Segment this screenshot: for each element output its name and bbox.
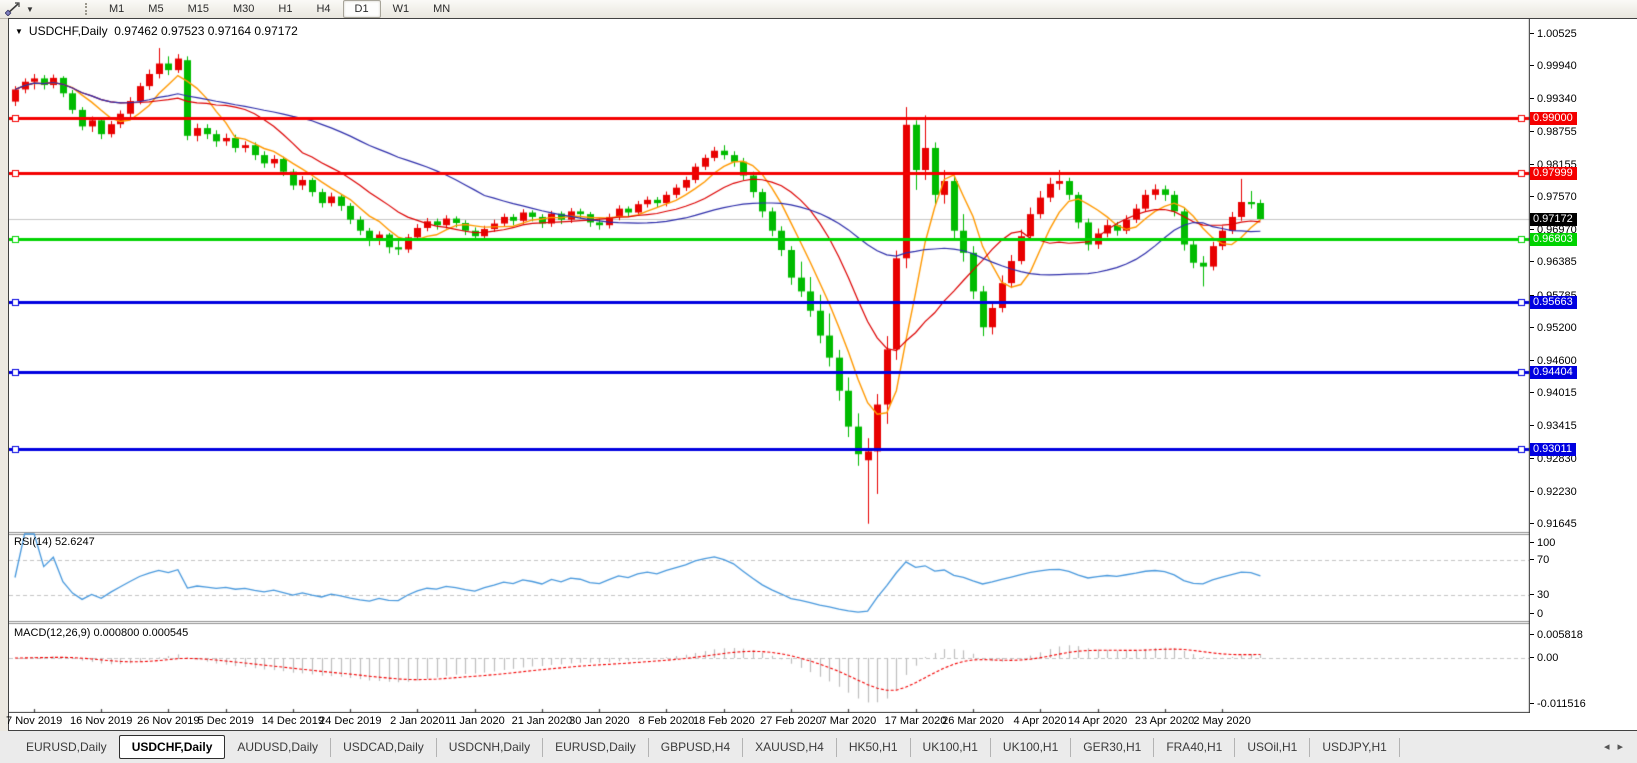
chart-tab-usdchf-daily[interactable]: USDCHF,Daily xyxy=(118,735,226,759)
tab-scroll-left-icon[interactable]: ◂ xyxy=(1604,741,1618,753)
price-tick-label: 0.95200 xyxy=(1530,322,1577,335)
chart-tab-eurusd-daily[interactable]: EURUSD,Daily xyxy=(14,738,119,757)
timeframe-buttons: M1 M5 M15 M30 H1 H4 D1 W1 MN xyxy=(97,0,462,18)
tab-scroll-arrows: ◂▸ xyxy=(1604,740,1631,753)
toolbar-grip[interactable] xyxy=(85,3,91,15)
date-label: 27 Feb 2020 xyxy=(760,715,822,727)
price-tick-label: 0.93415 xyxy=(1530,420,1577,433)
price-tick-label: 0.92230 xyxy=(1530,486,1577,499)
date-label: 14 Dec 2019 xyxy=(261,715,325,727)
bid-price-badge: 0.97172 xyxy=(1530,213,1577,227)
timeframe-button-d1[interactable]: D1 xyxy=(342,0,381,18)
chart-canvas[interactable] xyxy=(9,19,1530,713)
price-level-badge: 0.96803 xyxy=(1530,233,1577,247)
timeframe-button-m15[interactable]: M15 xyxy=(176,0,221,18)
price-level-badge: 0.95663 xyxy=(1530,296,1577,310)
price-tick-label: 0.99940 xyxy=(1530,60,1577,73)
price-level-badge: 0.97999 xyxy=(1530,167,1577,181)
price-level-badge: 0.99000 xyxy=(1530,112,1577,126)
date-label: 26 Mar 2020 xyxy=(942,715,1004,727)
rsi-tick-label: 70 xyxy=(1530,554,1549,567)
tab-scroll-right-icon[interactable]: ▸ xyxy=(1617,741,1631,753)
chart-tab-eurusd-daily[interactable]: EURUSD,Daily xyxy=(543,737,649,757)
chart-tab-uk100-h1[interactable]: UK100,H1 xyxy=(991,737,1072,757)
date-label: 4 Apr 2020 xyxy=(1013,715,1067,727)
macd-tick-label: 0.00 xyxy=(1530,652,1558,665)
date-label: 2 May 2020 xyxy=(1193,715,1251,727)
date-label: 26 Nov 2019 xyxy=(137,715,200,727)
chart-symbol-period: USDCHF,Daily xyxy=(28,24,108,38)
timeframe-button-m1[interactable]: M1 xyxy=(97,0,136,18)
rsi-tick-label: 30 xyxy=(1530,589,1549,602)
chart-tab-usoil-h1[interactable]: USOil,H1 xyxy=(1235,737,1311,757)
chart-tab-xauusd-h4[interactable]: XAUUSD,H4 xyxy=(743,737,837,757)
chart-tab-gbpusd-h4[interactable]: GBPUSD,H4 xyxy=(649,737,744,757)
timeframe-button-mn[interactable]: MN xyxy=(421,0,462,18)
chart-tab-uk100-h1[interactable]: UK100,H1 xyxy=(911,737,991,757)
chart-tabs: EURUSD,Daily USDCHF,Daily AUDUSD,Daily USDC… xyxy=(14,735,1400,759)
price-level-badge: 0.93011 xyxy=(1530,442,1576,456)
date-label: 16 Nov 2019 xyxy=(70,715,133,727)
chart-ohlc-values: 0.97462 0.97523 0.97164 0.97172 xyxy=(114,24,298,38)
price-tick-label: 0.94015 xyxy=(1530,387,1577,400)
date-label: 7 Mar 2020 xyxy=(820,715,877,727)
price-tick-label: 0.96385 xyxy=(1530,256,1577,269)
price-level-badge: 0.94404 xyxy=(1530,365,1577,379)
price-tick-label: 0.97570 xyxy=(1530,191,1577,204)
dropdown-arrow-icon[interactable]: ▼ xyxy=(23,5,37,14)
time-axis[interactable]: 7 Nov 2019 16 Nov 2019 26 Nov 2019 5 Dec 20… xyxy=(6,715,1529,729)
date-label: 21 Jan 2020 xyxy=(511,715,573,727)
chart-tab-usdcnh-daily[interactable]: USDCNH,Daily xyxy=(437,737,544,757)
date-label: 11 Jan 2020 xyxy=(444,715,505,727)
timeframe-button-h1[interactable]: H1 xyxy=(266,0,304,18)
date-label: 2 Jan 2020 xyxy=(390,715,445,727)
date-label: 24 Dec 2019 xyxy=(319,715,382,727)
date-label: 7 Nov 2019 xyxy=(6,715,63,727)
price-tick-label: 0.99340 xyxy=(1530,93,1577,106)
chart-tab-ger30-h1[interactable]: GER30,H1 xyxy=(1071,737,1155,757)
chart-tab-hk50-h1[interactable]: HK50,H1 xyxy=(837,737,911,757)
chart-tab-fra40-h1[interactable]: FRA40,H1 xyxy=(1154,737,1236,757)
rsi-tick-label: 0 xyxy=(1530,608,1543,621)
rsi-tick-label: 100 xyxy=(1530,537,1555,550)
timeframe-button-m5[interactable]: M5 xyxy=(136,0,175,18)
macd-tick-label: 0.005818 xyxy=(1530,629,1583,642)
rsi-indicator-label: RSI(14) 52.6247 xyxy=(14,536,95,548)
macd-indicator-label: MACD(12,26,9) 0.000800 0.000545 xyxy=(14,627,189,639)
timeframe-toolbar: ▼ M1 M5 M15 M30 H1 H4 D1 W1 MN xyxy=(0,0,1637,19)
chart-window: ▼ USDCHF,Daily 0.97462 0.97523 0.97164 0.… xyxy=(6,18,1637,731)
date-label: 30 Jan 2020 xyxy=(569,715,630,727)
metatrader-window: ▼ M1 M5 M15 M30 H1 H4 D1 W1 MN ▼ USDCHF,Daily 0.9… xyxy=(0,0,1637,763)
macd-tick-label: -0.011516 xyxy=(1530,698,1586,711)
chart-tab-audusd-daily[interactable]: AUDUSD,Daily xyxy=(225,737,332,757)
price-tick-label: 0.98755 xyxy=(1530,126,1577,139)
price-tick-label: 0.91645 xyxy=(1530,518,1577,531)
date-label: 8 Feb 2020 xyxy=(638,715,695,727)
price-tick-label: 1.00525 xyxy=(1530,28,1577,41)
chart-tab-bar: EURUSD,Daily USDCHF,Daily AUDUSD,Daily USDC… xyxy=(0,731,1637,763)
price-axis[interactable]: 1.00525 0.99940 0.99340 0.98755 0.98155 0.975… xyxy=(1530,19,1637,713)
timeframe-button-h4[interactable]: H4 xyxy=(304,0,342,18)
date-label: 14 Apr 2020 xyxy=(1067,715,1128,727)
timeframe-button-m30[interactable]: M30 xyxy=(221,0,266,18)
date-label: 23 Apr 2020 xyxy=(1134,715,1195,727)
line-studies-cursor-icon[interactable] xyxy=(3,1,23,17)
chart-title: ▼ USDCHF,Daily 0.97462 0.97523 0.97164 0.… xyxy=(15,24,298,38)
chart-tab-usdcad-daily[interactable]: USDCAD,Daily xyxy=(331,737,437,757)
chart-context-arrow-icon[interactable]: ▼ xyxy=(15,27,23,36)
date-label: 5 Dec 2019 xyxy=(197,715,254,727)
date-label: 18 Feb 2020 xyxy=(693,715,755,727)
timeframe-button-w1[interactable]: W1 xyxy=(381,0,422,18)
date-label: 17 Mar 2020 xyxy=(884,715,947,727)
chart-tab-usdjpy-h1[interactable]: USDJPY,H1 xyxy=(1310,737,1400,757)
